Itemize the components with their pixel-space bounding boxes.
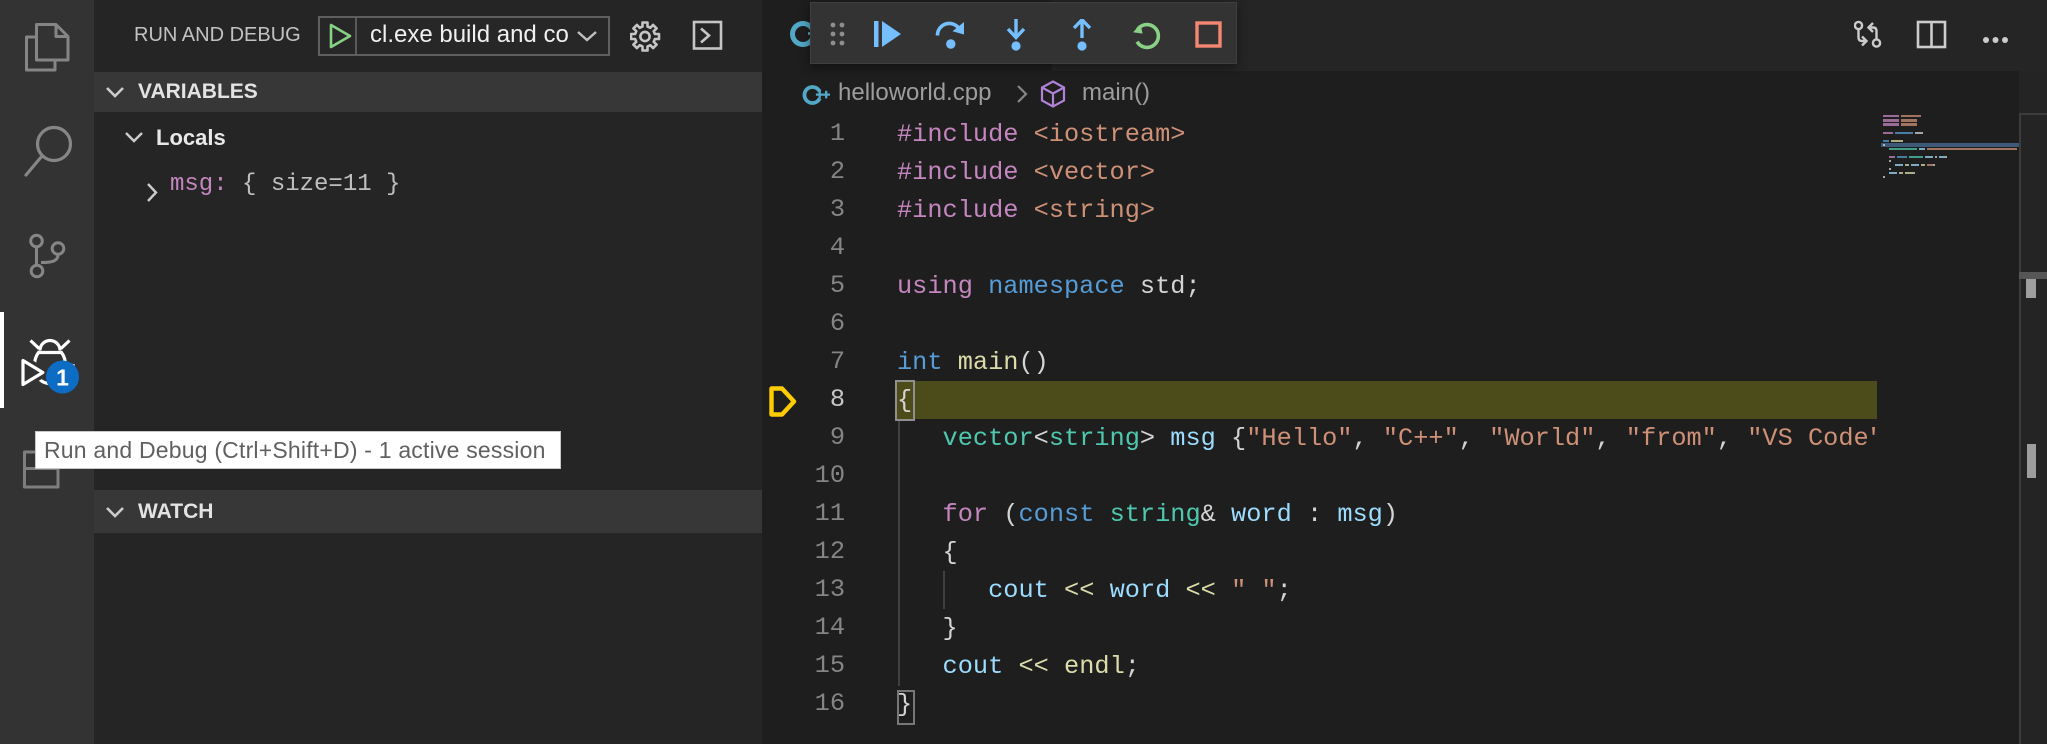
- svg-text:1: 1: [56, 365, 69, 391]
